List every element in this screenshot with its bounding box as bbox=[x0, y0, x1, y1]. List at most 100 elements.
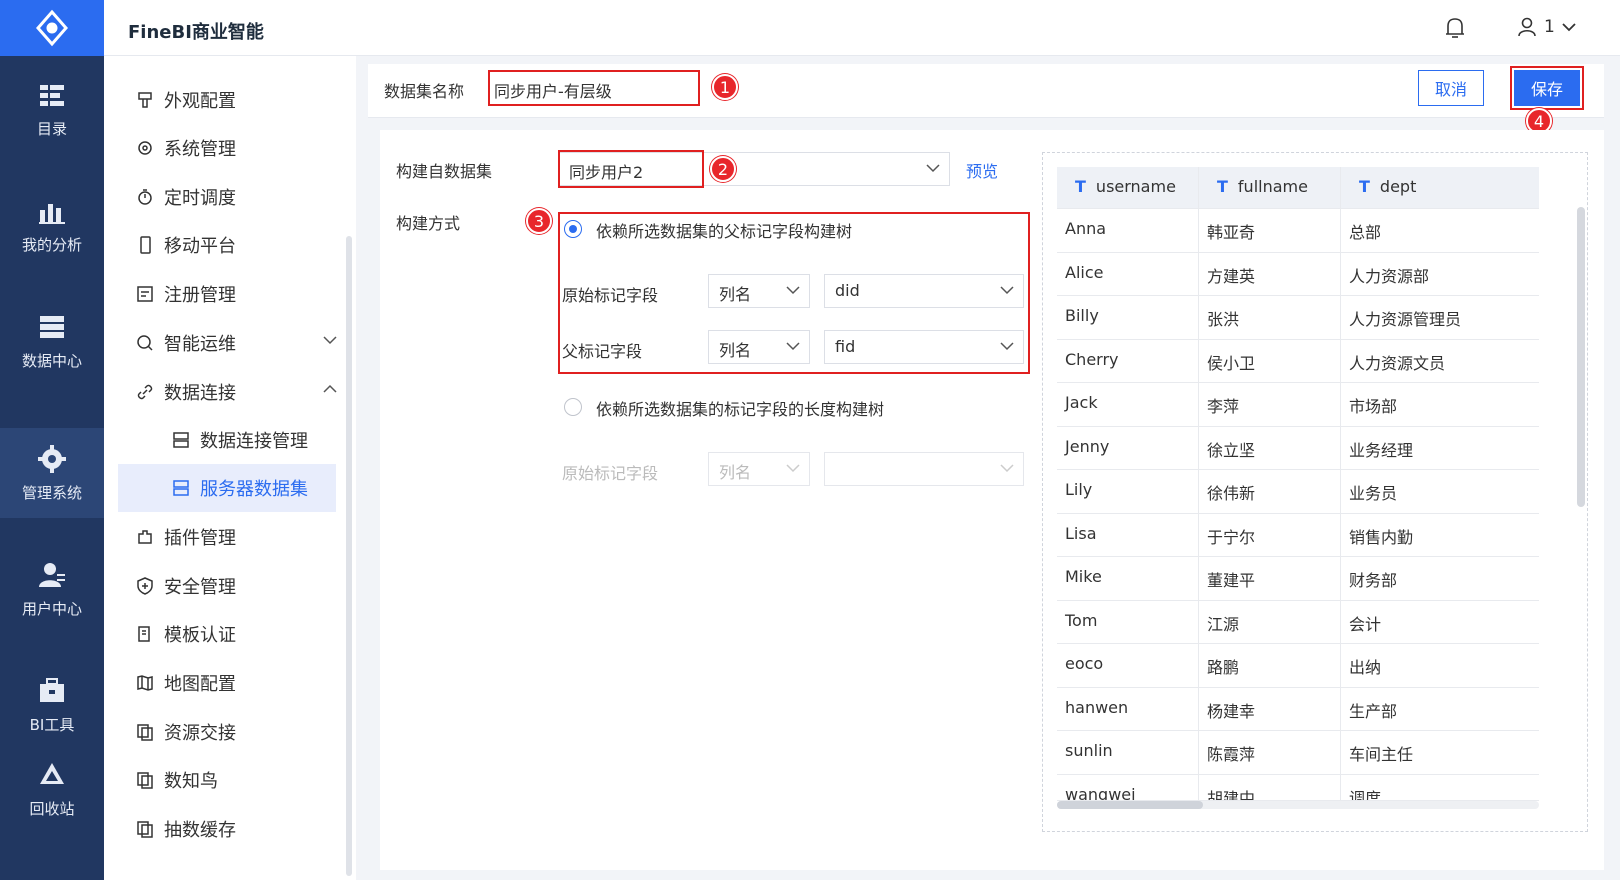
table-cell: hanwen bbox=[1057, 687, 1199, 730]
cancel-button[interactable]: 取消 bbox=[1418, 70, 1484, 106]
table-row: Tom 江源 会计 bbox=[1057, 600, 1539, 644]
table-cell: 人力资源部 bbox=[1349, 266, 1430, 286]
menu-label: 系统管理 bbox=[164, 139, 236, 160]
parent-field-select[interactable]: fid bbox=[824, 330, 1024, 364]
rail-item-analysis[interactable]: 我的分析 bbox=[0, 180, 104, 270]
column-header[interactable]: Tusername bbox=[1057, 167, 1199, 208]
preview-table-container: Tusername Tfullname Tdept Anna 韩亚奇 总部 Alic… bbox=[1042, 152, 1588, 832]
menu-label: 地图配置 bbox=[164, 674, 236, 695]
rail-item-bi-tools[interactable]: BI工具 bbox=[0, 660, 104, 750]
rail-item-admin[interactable]: 管理系统 bbox=[0, 428, 104, 518]
rail-item-user-center[interactable]: 用户中心 bbox=[0, 544, 104, 634]
menu-item-register[interactable]: 注册管理 bbox=[136, 274, 346, 314]
table-cell: 徐伟新 bbox=[1199, 470, 1341, 513]
menu-label: 抽数缓存 bbox=[164, 820, 236, 841]
table-cell: 财务部 bbox=[1349, 571, 1398, 590]
menu-label: 模板认证 bbox=[164, 625, 236, 646]
table-cell: 调度 bbox=[1349, 788, 1382, 800]
table-cell: Lisa bbox=[1057, 513, 1199, 556]
menu-scrollbar[interactable] bbox=[346, 236, 352, 876]
menu-label: 智能运维 bbox=[164, 334, 236, 355]
table-cell: 杨建幸 bbox=[1199, 687, 1341, 730]
table-cell: 董建平 bbox=[1199, 557, 1341, 600]
menu-label: 数据连接管理 bbox=[200, 431, 308, 452]
menu-item-resource-handover[interactable]: 资源交接 bbox=[136, 712, 346, 752]
copy-icon bbox=[136, 723, 154, 741]
orig-field-type-value-disabled: 列名 bbox=[719, 463, 752, 482]
menu-item-template-cert[interactable]: 模板认证 bbox=[136, 614, 346, 654]
table-cell: 会计 bbox=[1349, 614, 1382, 634]
orig-field-type-select[interactable]: 列名 bbox=[708, 274, 810, 308]
plugin-icon bbox=[136, 528, 154, 546]
menu-label: 数知鸟 bbox=[164, 771, 218, 792]
table-cell: 韩亚奇 bbox=[1199, 209, 1341, 252]
table-row: hanwen 杨建幸 生产部 bbox=[1057, 687, 1539, 731]
preview-link[interactable]: 预览 bbox=[966, 158, 998, 182]
rail-item-data-center[interactable]: 数据中心 bbox=[0, 296, 104, 386]
rail-item-catalog[interactable]: 目录 bbox=[0, 64, 104, 154]
table-vertical-scrollbar[interactable] bbox=[1577, 207, 1585, 507]
parent-field-label: 父标记字段 bbox=[562, 342, 643, 361]
menu-item-plugins[interactable]: 插件管理 bbox=[136, 517, 346, 557]
table-horizontal-scrollbar[interactable] bbox=[1057, 801, 1539, 809]
menu-item-data-connection[interactable]: 数据连接 bbox=[136, 372, 346, 412]
table-cell: 张洪 bbox=[1199, 296, 1341, 339]
notification-bell[interactable] bbox=[1444, 16, 1466, 44]
orig-field-select[interactable]: did bbox=[824, 274, 1024, 308]
menu-item-extract-cache[interactable]: 抽数缓存 bbox=[136, 809, 346, 849]
source-highlight bbox=[558, 150, 704, 188]
chevron-down-icon bbox=[786, 342, 800, 351]
menu-item-schedule[interactable]: 定时调度 bbox=[136, 177, 346, 217]
menu-item-appearance[interactable]: 外观配置 bbox=[136, 80, 346, 120]
menu-item-map-config[interactable]: 地图配置 bbox=[136, 663, 346, 703]
orig-field-value: did bbox=[835, 281, 860, 300]
register-icon bbox=[136, 285, 154, 303]
option2-text: 依赖所选数据集的标记字段的长度构建树 bbox=[596, 400, 885, 419]
table-cell: 生产部 bbox=[1349, 701, 1398, 721]
menu-label: 数据连接 bbox=[164, 383, 236, 404]
table-cell: eoco bbox=[1057, 644, 1199, 687]
table-cell: 陈霞萍 bbox=[1199, 731, 1341, 774]
menu-label: 外观配置 bbox=[164, 91, 236, 112]
text-type-icon: T bbox=[1359, 177, 1370, 196]
gear-icon bbox=[136, 139, 154, 157]
gear-icon bbox=[37, 444, 67, 474]
menu-item-ops[interactable]: 智能运维 bbox=[136, 323, 346, 363]
app-title: FineBI商业智能 bbox=[128, 22, 264, 43]
table-row: Lisa 于宁尔 销售内勤 bbox=[1057, 513, 1539, 557]
rail-label: 管理系统 bbox=[21, 483, 82, 502]
column-header[interactable]: Tfullname bbox=[1199, 167, 1341, 208]
table-cell: 路鹏 bbox=[1199, 644, 1341, 687]
server-icon bbox=[172, 431, 190, 449]
menu-label: 安全管理 bbox=[164, 577, 236, 598]
save-button[interactable]: 保存 bbox=[1510, 66, 1584, 110]
rail-item-recycle[interactable]: 回收站 bbox=[0, 744, 104, 834]
menu-item-mobile[interactable]: 移动平台 bbox=[136, 225, 346, 265]
rail-label: 我的分析 bbox=[21, 235, 82, 254]
preview-table: Tusername Tfullname Tdept Anna 韩亚奇 总部 Alic… bbox=[1057, 167, 1539, 801]
scroll-thumb[interactable] bbox=[1057, 801, 1203, 809]
table-cell: 销售内勤 bbox=[1349, 527, 1414, 547]
dataset-name-input[interactable]: 同步用户-有层级 bbox=[488, 70, 700, 106]
menu-item-shuzhiniao[interactable]: 数知鸟 bbox=[136, 760, 346, 800]
user-icon bbox=[1518, 17, 1536, 37]
rail-label: BI工具 bbox=[29, 715, 75, 734]
certificate-icon bbox=[136, 625, 154, 643]
column-header[interactable]: Tdept bbox=[1341, 167, 1539, 208]
table-cell: wangwei bbox=[1057, 774, 1199, 800]
menu-item-security[interactable]: 安全管理 bbox=[136, 566, 346, 606]
logo[interactable] bbox=[0, 0, 104, 56]
recycle-icon bbox=[37, 760, 67, 790]
menu-label: 注册管理 bbox=[164, 285, 236, 306]
parent-field-value: fid bbox=[835, 337, 856, 356]
table-cell: 方建英 bbox=[1199, 252, 1341, 295]
table-cell: 总部 bbox=[1349, 223, 1382, 242]
option2-radio[interactable] bbox=[564, 398, 582, 416]
menu-item-server-dataset[interactable]: 服务器数据集 bbox=[118, 464, 336, 512]
menu-item-system[interactable]: 系统管理 bbox=[136, 128, 346, 168]
option1-radio[interactable] bbox=[564, 220, 582, 238]
parent-field-type-select[interactable]: 列名 bbox=[708, 330, 810, 364]
marker-3: 3 bbox=[526, 208, 552, 234]
marker-1: 1 bbox=[712, 74, 738, 100]
user-menu[interactable]: 1 bbox=[1516, 16, 1577, 38]
